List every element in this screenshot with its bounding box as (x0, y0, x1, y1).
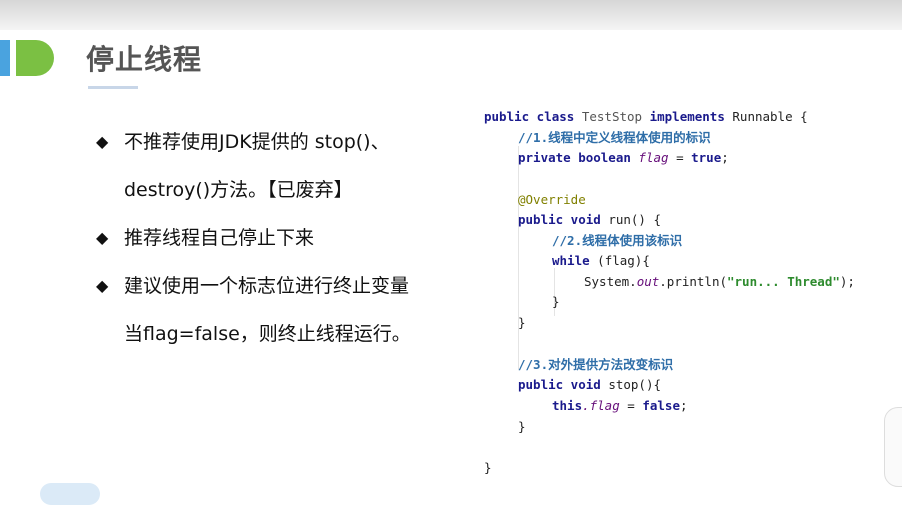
bullet-text: 不推荐使用JDK提供的 stop()、 (124, 131, 390, 153)
code-line: } (552, 294, 560, 309)
top-shadow-band (0, 0, 902, 30)
bullet-item: ◆ 推荐线程自己停止下来 (96, 220, 466, 268)
title-accent-bar (0, 40, 10, 76)
code-line: this.flag = false; (552, 398, 688, 413)
code-line: public void run() { (518, 212, 662, 227)
bullet-text: destroy()方法。【已废弃】 (124, 179, 353, 201)
indent-guide (518, 146, 519, 370)
diamond-bullet-icon: ◆ (96, 132, 109, 151)
diamond-bullet-icon: ◆ (96, 228, 109, 247)
diamond-bullet-icon: ◆ (96, 276, 109, 295)
bullet-item: ◆ 建议使用一个标志位进行终止变量 (96, 268, 466, 316)
title-underline (88, 86, 138, 89)
bullet-list: ◆ 不推荐使用JDK提供的 stop()、 destroy()方法。【已废弃】 … (96, 124, 466, 364)
bullet-item: ◆ 不推荐使用JDK提供的 stop()、 (96, 124, 466, 172)
code-line: private boolean flag = true; (518, 150, 729, 165)
code-line: while (flag){ (552, 253, 650, 268)
bullet-item-continued: 当flag=false，则终止线程运行。 (96, 316, 466, 364)
code-line: } (518, 315, 526, 330)
code-snippet: public class TestStop implements Runnabl… (470, 104, 902, 495)
bullet-text: 推荐线程自己停止下来 (124, 227, 315, 249)
code-comment: //3.对外提供方法改变标识 (518, 357, 674, 372)
bullet-text: 建议使用一个标志位进行终止变量 (124, 275, 410, 297)
code-line: System.out.println("run... Thread"); (584, 274, 855, 289)
code-line: } (518, 419, 526, 434)
code-line: } (484, 460, 492, 475)
code-line: public void stop(){ (518, 377, 662, 392)
code-line: public class TestStop implements Runnabl… (484, 109, 808, 124)
floating-widget[interactable] (884, 407, 902, 487)
code-annotation: @Override (518, 192, 586, 207)
title-accent-shape (16, 40, 54, 76)
code-comment: //1.线程中定义线程体使用的标识 (518, 130, 711, 145)
bullet-item-continued: destroy()方法。【已废弃】 (96, 172, 466, 220)
slide-title: 停止线程 (86, 43, 203, 76)
bullet-text: 当flag=false，则终止线程运行。 (124, 323, 411, 345)
decorative-shape (40, 483, 100, 505)
code-comment: //2.线程体使用该标识 (552, 233, 683, 248)
